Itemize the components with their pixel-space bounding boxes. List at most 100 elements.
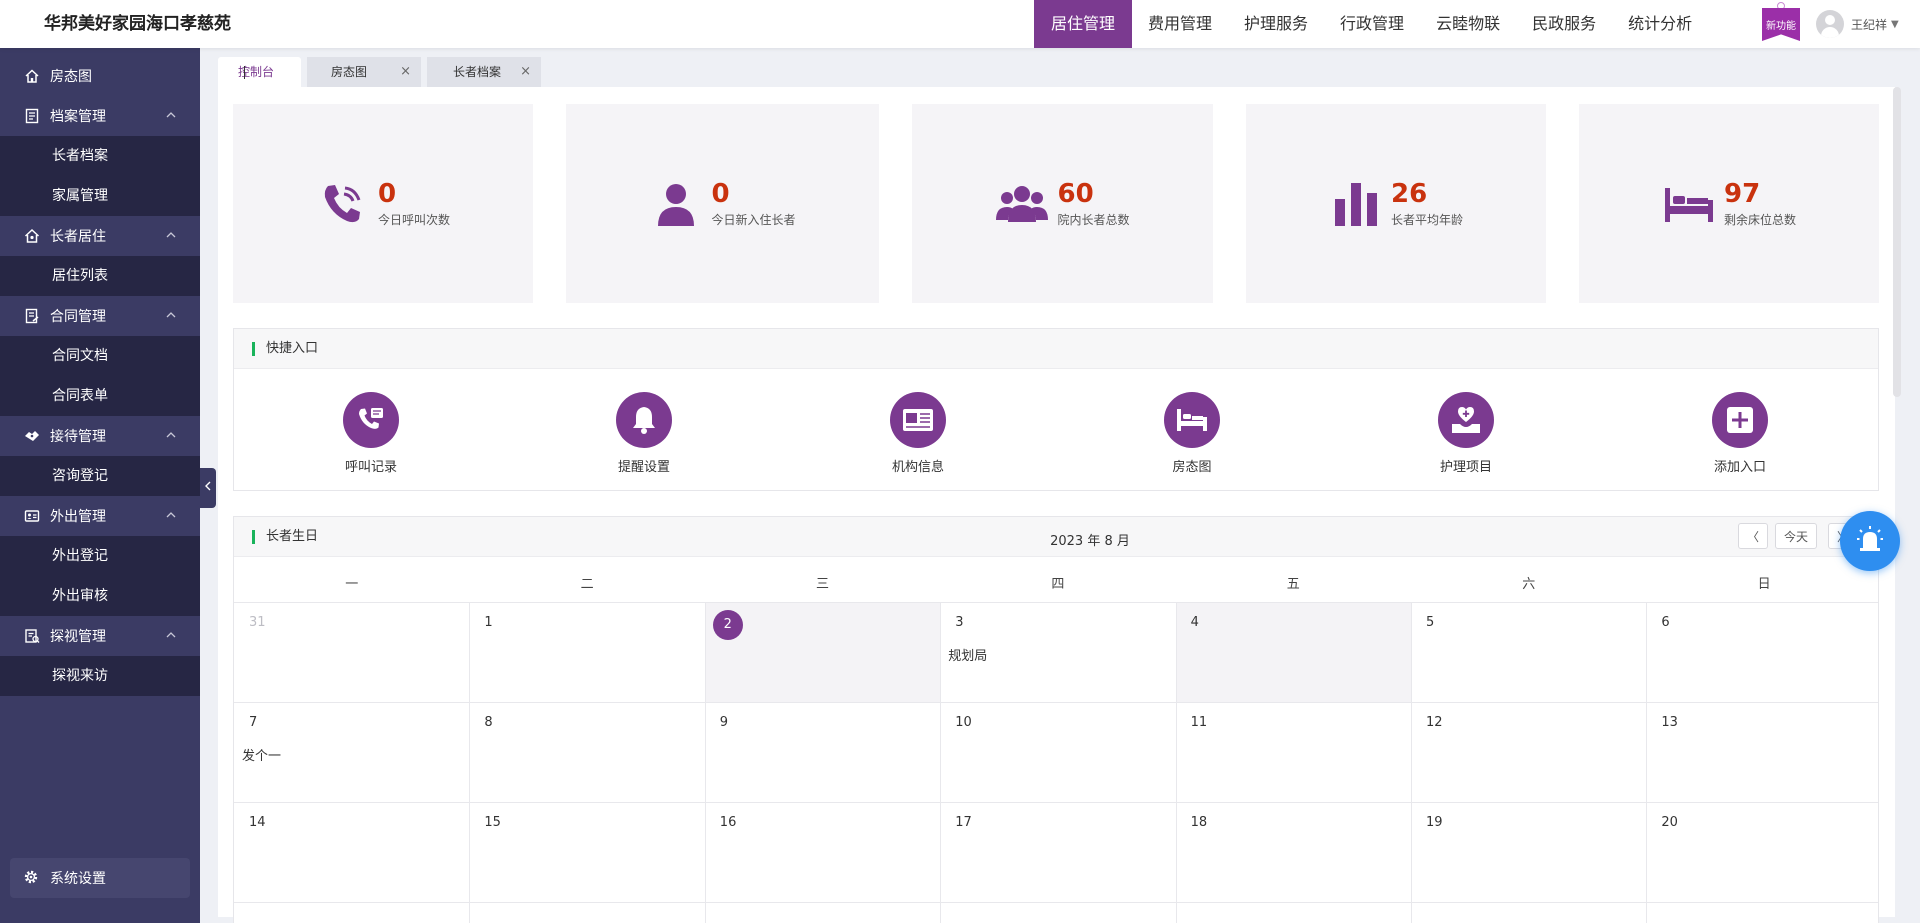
chevron-up-icon (164, 428, 178, 446)
call-record-icon (343, 392, 399, 448)
sidebar-subitem-outing-review[interactable]: 外出审核 (0, 576, 200, 616)
calendar-month-label: 2023 年 8 月 (1050, 534, 1130, 549)
sidebar-item-reception[interactable]: 接待管理 (0, 416, 200, 456)
nav-item-civil[interactable]: 民政服务 (1516, 0, 1612, 48)
calendar-grid-line (1411, 603, 1412, 923)
quick-add-entry[interactable]: 添加入口 (1680, 392, 1800, 475)
close-icon[interactable]: × (400, 57, 411, 87)
calendar-day-cell[interactable]: 7 发个一 (234, 703, 469, 802)
calendar-day-number: 31 (249, 615, 266, 630)
calendar-day-cell[interactable]: 20 (1646, 803, 1881, 902)
calendar-day-cell[interactable]: 11 (1176, 703, 1411, 802)
calendar-weekday: 一 (345, 577, 359, 592)
care-icon (1438, 392, 1494, 448)
calendar-day-number: 19 (1426, 815, 1443, 830)
calendar-day-cell[interactable]: 5 (1411, 603, 1646, 702)
quick-care-items[interactable]: 护理项目 (1406, 392, 1526, 475)
user-menu[interactable]: 王纪祥 ▼ (1816, 10, 1899, 38)
calendar-day-cell[interactable]: 4 (1175, 603, 1411, 702)
calendar-day-cell[interactable]: 31 (234, 603, 469, 702)
quick-call-records[interactable]: 呼叫记录 (311, 392, 431, 475)
quick-label: 提醒设置 (617, 460, 670, 475)
sidebar-subitem-residence-list[interactable]: 居住列表 (0, 256, 200, 296)
calendar-day-cell[interactable]: 12 (1411, 703, 1646, 802)
sidebar-item-contracts[interactable]: 合同管理 (0, 296, 200, 336)
calendar-day-cell[interactable]: 10 (940, 703, 1175, 802)
calendar-grid-line (234, 902, 1878, 903)
panel-header: 快捷入口 (234, 329, 1878, 369)
quick-reminder-settings[interactable]: 提醒设置 (584, 392, 704, 475)
nav-item-nursing[interactable]: 护理服务 (1228, 0, 1324, 48)
sidebar-subitem-consult[interactable]: 咨询登记 (0, 456, 200, 496)
vertical-scrollbar[interactable] (1893, 87, 1901, 397)
nav-item-iot[interactable]: 云睦物联 (1420, 0, 1516, 48)
calendar-day-cell[interactable]: 8 (469, 703, 704, 802)
calendar-day-number: 8 (484, 715, 493, 730)
calendar-day-cell[interactable]: 15 (469, 803, 704, 902)
calendar-weekday: 三 (815, 577, 829, 592)
nav-item-residence[interactable]: 居住管理 (1034, 0, 1133, 48)
chevron-up-icon (164, 508, 178, 526)
sidebar-subitem-contract-forms[interactable]: 合同表单 (0, 376, 200, 416)
sidebar-item-label: 长者居住 (50, 229, 106, 245)
nav-item-admin[interactable]: 行政管理 (1324, 0, 1420, 48)
tab-room-map[interactable]: 房态图 × (307, 57, 421, 87)
calendar-weekday: 五 (1286, 577, 1300, 592)
sidebar-item-visits[interactable]: 探视管理 (0, 616, 200, 656)
page-tabs: 控制台 房态图 × 长者档案 × (218, 57, 547, 87)
stat-label: 剩余床位总数 (1723, 213, 1796, 227)
calendar-day-number: 4 (1190, 615, 1199, 630)
calendar-grid-line (1175, 603, 1177, 923)
calendar-day-cell[interactable]: 18 (1176, 803, 1411, 902)
tab-elder-archive[interactable]: 长者档案 × (427, 57, 541, 87)
stat-card-free-beds: 97 剩余床位总数 (1579, 104, 1879, 303)
calendar-weekday: 六 (1522, 577, 1536, 592)
quick-room-map[interactable]: 房态图 (1132, 392, 1252, 475)
system-settings-button[interactable]: 系统设置 (10, 858, 190, 898)
calendar-day-number: 11 (1190, 715, 1208, 730)
top-nav: 居住管理 费用管理 护理服务 行政管理 云睦物联 民政服务 统计分析 (1034, 0, 1708, 48)
sidebar-subitem-elder-archive[interactable]: 长者档案 (0, 136, 200, 176)
id-card-icon (23, 507, 41, 525)
tab-dashboard[interactable]: 控制台 (218, 57, 301, 87)
calendar-grid-line (940, 603, 942, 923)
calendar-day-cell[interactable]: 9 (705, 703, 940, 802)
calendar-day-cell[interactable]: 2 (704, 603, 940, 702)
calendar-day-cell[interactable]: 17 (940, 803, 1175, 902)
calendar-day-cell[interactable]: 16 (705, 803, 940, 902)
calendar-event[interactable]: 发个一 (242, 745, 281, 764)
calendar-day-cell[interactable]: 19 (1411, 803, 1646, 902)
calendar-day-cell[interactable]: 3 规划局 (940, 603, 1175, 702)
sidebar-subitem-contract-docs[interactable]: 合同文档 (0, 336, 200, 376)
calendar-day-cell[interactable]: 6 (1646, 603, 1881, 702)
chevron-up-icon (164, 108, 178, 126)
sidebar-item-archives[interactable]: 档案管理 (0, 96, 200, 136)
quick-org-info[interactable]: 机构信息 (858, 392, 978, 475)
sidebar-item-outing[interactable]: 外出管理 (0, 496, 200, 536)
sidebar-subitem-outing-register[interactable]: 外出登记 (0, 536, 200, 576)
quick-label: 机构信息 (891, 460, 944, 475)
sidebar-item-room-map[interactable]: 房态图 (0, 56, 200, 96)
close-icon[interactable]: × (520, 57, 531, 87)
calendar-day-cell[interactable]: 14 (234, 803, 469, 902)
calendar-day-cell[interactable]: 13 (1646, 703, 1881, 802)
alarm-button[interactable] (1840, 511, 1900, 571)
bed-icon (1164, 392, 1220, 448)
sidebar-collapse-button[interactable] (200, 468, 216, 508)
calendar-event[interactable]: 规划局 (948, 645, 987, 664)
nav-item-fees[interactable]: 费用管理 (1132, 0, 1228, 48)
home-icon (23, 67, 41, 85)
calendar-day-number: 7 (249, 715, 258, 730)
calendar-day-number: 16 (719, 815, 737, 830)
sidebar-item-residence[interactable]: 长者居住 (0, 216, 200, 256)
new-feature-badge[interactable]: 新功能 (1762, 2, 1800, 42)
sidebar-subitem-family[interactable]: 家属管理 (0, 176, 200, 216)
sidebar-item-label: 接待管理 (50, 429, 106, 445)
chevron-up-icon (164, 628, 178, 646)
nav-item-stats[interactable]: 统计分析 (1612, 0, 1708, 48)
calendar-prev-button[interactable]: 〈 (1738, 523, 1768, 549)
calendar-grid-line (234, 702, 1878, 703)
calendar-day-cell[interactable]: 1 (469, 603, 704, 702)
calendar-today-button[interactable]: 今天 (1775, 523, 1817, 549)
sidebar-subitem-visit-log[interactable]: 探视来访 (0, 656, 200, 696)
